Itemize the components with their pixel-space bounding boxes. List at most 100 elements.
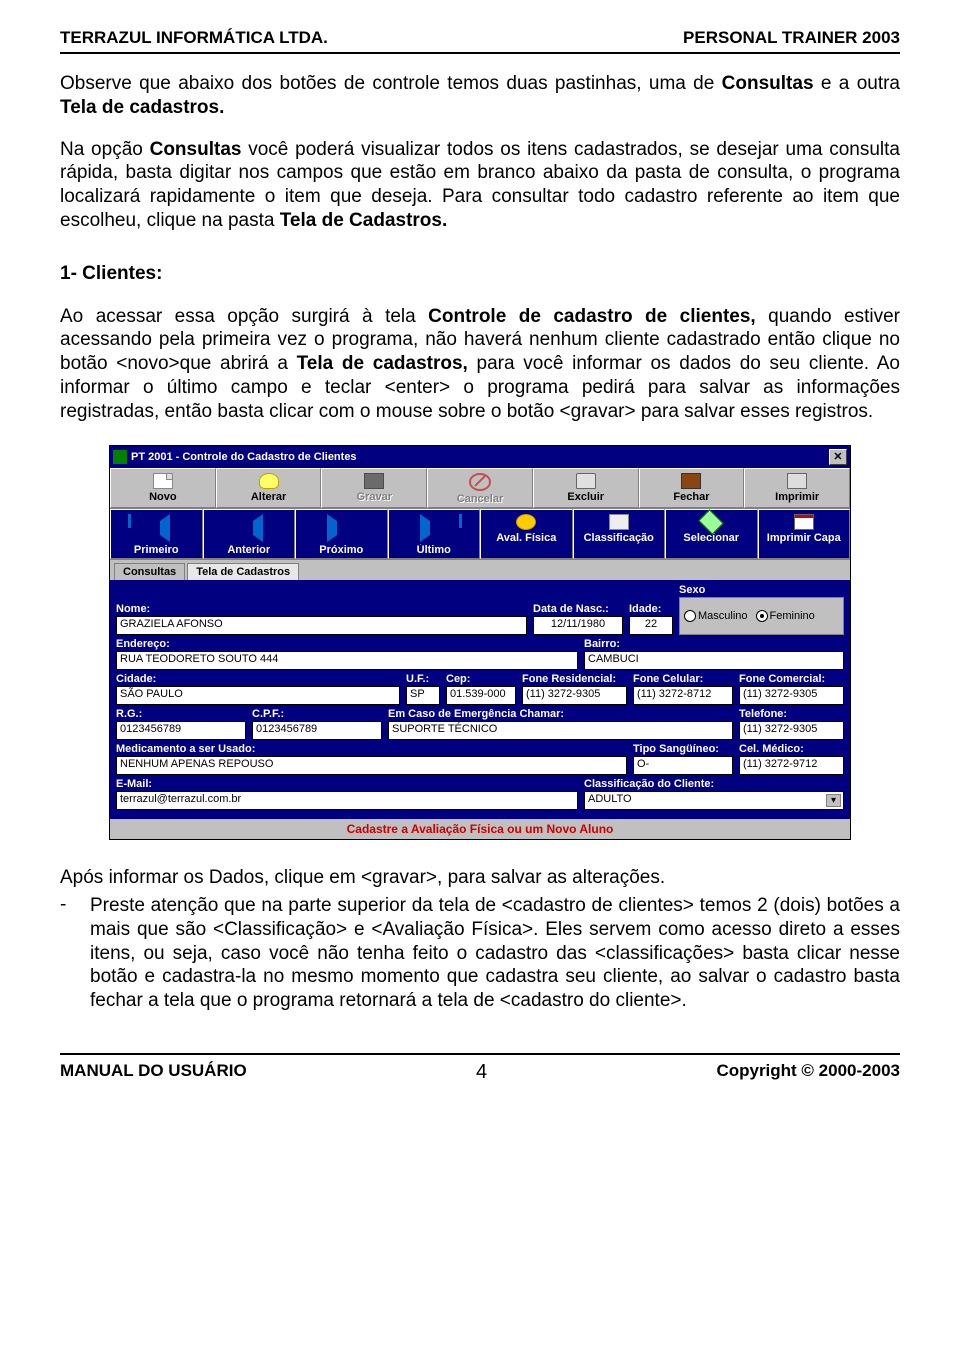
selecionar-button[interactable]: Selecionar xyxy=(665,509,758,559)
titlebar: PT 2001 - Controle do Cadastro de Client… xyxy=(110,446,850,468)
bullet-row: - Preste atenção que na parte superior d… xyxy=(60,894,900,1013)
footer-page: 4 xyxy=(476,1061,487,1084)
input-datanasc[interactable]: 12/11/1980 xyxy=(533,616,623,635)
input-email[interactable]: terrazul@terrazul.com.br xyxy=(116,791,578,810)
status-bar: Cadastre a Avaliação Física ou um Novo A… xyxy=(110,819,850,839)
next-icon xyxy=(327,514,355,542)
document-icon xyxy=(153,473,173,489)
fechar-button[interactable]: Fechar xyxy=(639,468,745,508)
novo-button[interactable]: Novo xyxy=(110,468,216,508)
paragraph-1: Observe que abaixo dos botões de control… xyxy=(60,72,900,120)
input-idade[interactable]: 22 xyxy=(629,616,673,635)
toolbar-nav: Primeiro Anterior Próximo Último Aval. F… xyxy=(110,509,850,560)
tab-strip: Consultas Tela de Cadastros xyxy=(110,560,850,580)
label-nome: Nome: xyxy=(116,603,527,615)
anterior-button[interactable]: Anterior xyxy=(203,509,296,559)
page-footer: MANUAL DO USUÁRIO 4 Copyright © 2000-200… xyxy=(60,1053,900,1084)
input-foneres[interactable]: (11) 3272-9305 xyxy=(522,686,627,705)
app-icon xyxy=(113,450,127,464)
input-cpf[interactable]: 0123456789 xyxy=(252,721,382,740)
imprimir-button[interactable]: Imprimir xyxy=(744,468,850,508)
diamond-icon xyxy=(699,510,724,535)
aval-fisica-button[interactable]: Aval. Física xyxy=(480,509,573,559)
app-window: PT 2001 - Controle do Cadastro de Client… xyxy=(109,445,851,840)
label-email: E-Mail: xyxy=(116,778,578,790)
section-heading: 1- Clientes: xyxy=(60,263,900,285)
prev-icon xyxy=(235,514,263,542)
label-sexo: Sexo xyxy=(679,584,844,596)
sexo-group: Masculino Feminino xyxy=(679,597,844,635)
paragraph-5: Preste atenção que na parte superior da … xyxy=(90,894,900,1013)
label-endereco: Endereço: xyxy=(116,638,578,650)
paragraph-2: Na opção Consultas você poderá visualiza… xyxy=(60,138,900,233)
gravar-button[interactable]: Gravar xyxy=(321,468,427,508)
first-icon xyxy=(142,514,170,542)
label-cidade: Cidade: xyxy=(116,673,400,685)
cancelar-button[interactable]: Cancelar xyxy=(427,468,533,508)
floppy-icon xyxy=(364,473,384,489)
last-icon xyxy=(420,514,448,542)
calendar-icon xyxy=(794,514,814,530)
label-cep: Cep: xyxy=(446,673,516,685)
label-datanasc: Data de Nasc.: xyxy=(533,603,623,615)
input-tiposang[interactable]: O- xyxy=(633,756,733,775)
window-title: PT 2001 - Controle do Cadastro de Client… xyxy=(131,451,357,463)
label-tipos: Tipo Sangüíneo: xyxy=(633,743,733,755)
cancel-icon xyxy=(469,473,491,491)
input-cep[interactable]: 01.539-000 xyxy=(446,686,516,705)
footer-right: Copyright © 2000-2003 xyxy=(716,1061,900,1084)
input-bairro[interactable]: CAMBUCI xyxy=(584,651,844,670)
imprimir-capa-button[interactable]: Imprimir Capa xyxy=(758,509,851,559)
label-uf: U.F.: xyxy=(406,673,440,685)
input-cidade[interactable]: SÃO PAULO xyxy=(116,686,400,705)
label-fonecom: Fone Comercial: xyxy=(739,673,844,685)
excluir-button[interactable]: Excluir xyxy=(533,468,639,508)
select-classif[interactable]: ADULTO xyxy=(584,791,844,810)
input-celmed[interactable]: (11) 3272-9712 xyxy=(739,756,844,775)
page-header: TERRAZUL INFORMÁTICA LTDA. PERSONAL TRAI… xyxy=(60,28,900,48)
lightbulb-icon xyxy=(259,473,279,489)
label-cpf: C.P.F.: xyxy=(252,708,382,720)
close-icon[interactable]: ✕ xyxy=(829,449,847,465)
input-nome[interactable]: GRAZIELA AFONSO xyxy=(116,616,527,635)
radio-masculino[interactable]: Masculino xyxy=(684,610,748,622)
ultimo-button[interactable]: Último xyxy=(388,509,481,559)
alterar-button[interactable]: Alterar xyxy=(216,468,322,508)
clipboard-icon xyxy=(609,514,629,530)
label-emerg: Em Caso de Emergência Chamar: xyxy=(388,708,733,720)
input-fonecel[interactable]: (11) 3272-8712 xyxy=(633,686,733,705)
trash-icon xyxy=(576,473,596,489)
paragraph-3: Ao acessar essa opção surgirá à tela Con… xyxy=(60,305,900,424)
header-left: TERRAZUL INFORMÁTICA LTDA. xyxy=(60,28,328,48)
door-icon xyxy=(681,473,701,489)
input-rg[interactable]: 0123456789 xyxy=(116,721,246,740)
primeiro-button[interactable]: Primeiro xyxy=(110,509,203,559)
bullet-marker: - xyxy=(60,894,90,1013)
label-med: Medicamento a ser Usado: xyxy=(116,743,627,755)
classificacao-button[interactable]: Classificação xyxy=(573,509,666,559)
label-foneres: Fone Residencial: xyxy=(522,673,627,685)
proximo-button[interactable]: Próximo xyxy=(295,509,388,559)
input-fonecom[interactable]: (11) 3272-9305 xyxy=(739,686,844,705)
label-rg: R.G.: xyxy=(116,708,246,720)
form-area: Nome:GRAZIELA AFONSO Data de Nasc.:12/11… xyxy=(110,580,850,819)
input-telefone[interactable]: (11) 3272-9305 xyxy=(739,721,844,740)
label-fonecel: Fone Celular: xyxy=(633,673,733,685)
label-bairro: Bairro: xyxy=(584,638,844,650)
printer-icon xyxy=(787,473,807,489)
tab-cadastros[interactable]: Tela de Cadastros xyxy=(187,563,299,580)
label-celmed: Cel. Médico: xyxy=(739,743,844,755)
header-right: PERSONAL TRAINER 2003 xyxy=(683,28,900,48)
radio-feminino[interactable]: Feminino xyxy=(756,610,815,622)
input-med[interactable]: NENHUM APENAS REPOUSO xyxy=(116,756,627,775)
input-emerg[interactable]: SUPORTE TÉCNICO xyxy=(388,721,733,740)
footer-left: MANUAL DO USUÁRIO xyxy=(60,1061,247,1084)
input-uf[interactable]: SP xyxy=(406,686,440,705)
label-classif: Classificação do Cliente: xyxy=(584,778,844,790)
toolbar-main: Novo Alterar Gravar Cancelar Excluir Fec… xyxy=(110,468,850,509)
label-telefone: Telefone: xyxy=(739,708,844,720)
person-icon xyxy=(516,514,536,530)
tab-consultas[interactable]: Consultas xyxy=(114,563,185,580)
input-endereco[interactable]: RUA TEODORETO SOUTO 444 xyxy=(116,651,578,670)
label-idade: Idade: xyxy=(629,603,673,615)
